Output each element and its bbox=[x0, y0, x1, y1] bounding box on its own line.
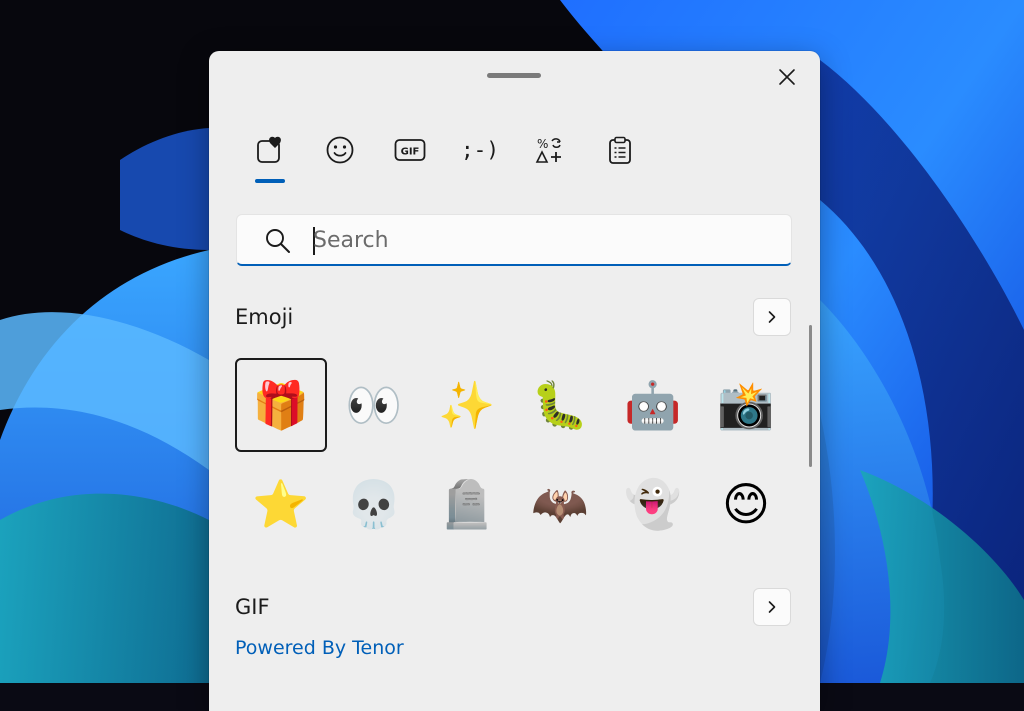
tab-clipboard[interactable] bbox=[585, 123, 655, 177]
emoji-item-camera-flash[interactable]: 📸 bbox=[700, 358, 792, 452]
close-icon bbox=[779, 69, 795, 85]
gif-section-title: GIF bbox=[235, 595, 270, 619]
gif-icon: GIF bbox=[394, 139, 426, 161]
emoji-item-bat[interactable]: 🦇 bbox=[514, 457, 606, 551]
gif-more-button[interactable] bbox=[753, 588, 791, 626]
active-tab-indicator bbox=[255, 179, 285, 183]
chevron-right-icon bbox=[768, 601, 776, 613]
scrollbar-thumb[interactable] bbox=[809, 325, 812, 467]
chevron-right-icon bbox=[768, 311, 776, 323]
search-box[interactable] bbox=[236, 214, 792, 266]
emoji-item-gift[interactable]: 🎁 bbox=[235, 358, 327, 452]
emoji-item-headstone[interactable]: 🪦 bbox=[421, 457, 513, 551]
emoji-panel: GIF ;-) % Search Emoji 🎁 👀 ✨ 🐛 🤖 📸 ⭐ 💀 🪦… bbox=[209, 51, 820, 711]
search-icon bbox=[266, 229, 290, 253]
emoji-item-star[interactable]: ⭐ bbox=[235, 457, 327, 551]
emoji-item-eyes[interactable]: 👀 bbox=[328, 358, 420, 452]
emoji-item-sparkles[interactable]: ✨ bbox=[421, 358, 513, 452]
emoji-item-skull[interactable]: 💀 bbox=[328, 457, 420, 551]
tab-kaomoji[interactable]: ;-) bbox=[445, 123, 515, 177]
heart-badge-icon bbox=[257, 136, 281, 163]
drag-handle[interactable] bbox=[487, 73, 541, 78]
svg-text:%: % bbox=[537, 137, 548, 151]
tab-symbols[interactable]: % bbox=[515, 123, 585, 177]
emoji-item-bug[interactable]: 🐛 bbox=[514, 358, 606, 452]
close-button[interactable] bbox=[771, 64, 803, 90]
clipboard-icon bbox=[609, 136, 631, 164]
emoji-item-smiling-face[interactable]: 😊 bbox=[700, 457, 792, 551]
smiley-icon bbox=[326, 136, 354, 164]
tab-emoji[interactable] bbox=[305, 123, 375, 177]
symbols-icon: % bbox=[535, 137, 561, 163]
powered-by-tenor-link[interactable]: Powered By Tenor bbox=[235, 637, 404, 659]
emoji-more-button[interactable] bbox=[753, 298, 791, 336]
kaomoji-icon: ;-) bbox=[461, 138, 499, 162]
emoji-section-title: Emoji bbox=[235, 305, 294, 329]
emoji-item-robot[interactable]: 🤖 bbox=[607, 358, 699, 452]
gif-icon-label: GIF bbox=[401, 147, 420, 158]
tab-favorites[interactable] bbox=[235, 123, 305, 177]
emoji-item-ghost[interactable]: 👻 bbox=[607, 457, 699, 551]
search-input[interactable] bbox=[313, 224, 773, 256]
tab-gif[interactable]: GIF bbox=[375, 123, 445, 177]
